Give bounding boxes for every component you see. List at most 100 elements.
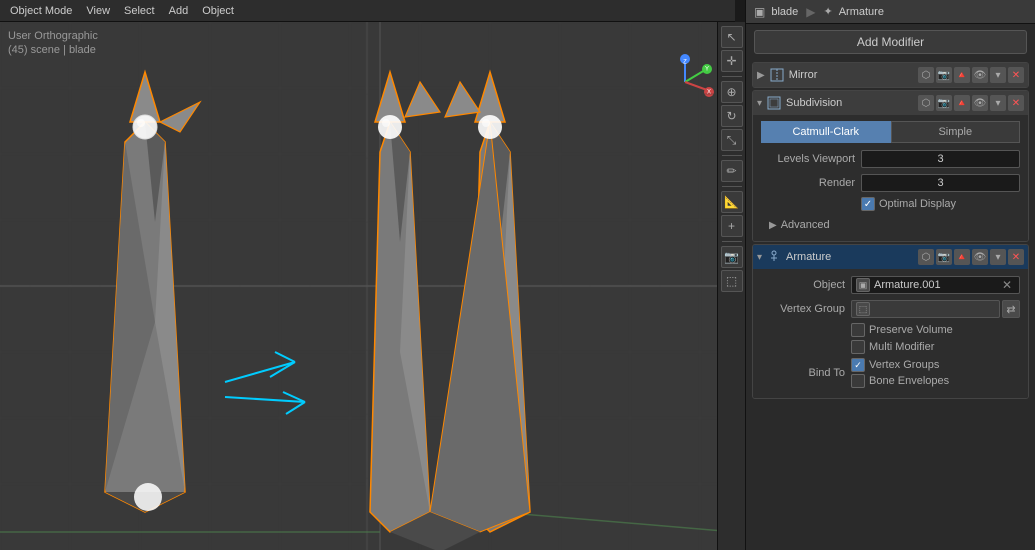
view-menu[interactable]: View [80, 5, 116, 17]
armature-object-field[interactable]: ▣ Armature.001 ✕ [851, 276, 1020, 294]
toolbar-btn-add[interactable]: + [721, 215, 743, 237]
subdivision-collapse-toggle[interactable]: ▾ [757, 98, 762, 109]
panel-icon-mesh: ▣ [754, 5, 765, 19]
sub-render-icon[interactable]: 🔺 [954, 95, 970, 111]
toolbar-btn-move[interactable]: ⊕ [721, 81, 743, 103]
toolbar-btn-annot[interactable]: ✏ [721, 160, 743, 182]
mode-selector[interactable]: Object Mode [4, 5, 78, 17]
armature-modifier-header: ▾ Armature ⬡ 📷 🔺 👁 ▾ ✕ [753, 245, 1028, 269]
subdivision-modifier-icons: ⬡ 📷 🔺 👁 ▾ ✕ [918, 95, 1024, 111]
object-menu[interactable]: Object [196, 5, 240, 17]
advanced-label: Advanced [781, 219, 830, 231]
arm-eye-icon[interactable]: 👁 [972, 249, 988, 265]
subdivision-modifier: ▾ Subdivision ⬡ 📷 🔺 👁 ▾ ✕ Catmull-Clark … [752, 90, 1029, 242]
armature-object-row: Object ▣ Armature.001 ✕ [761, 275, 1020, 295]
armature-modifier: ▾ Armature ⬡ 📷 🔺 👁 ▾ ✕ Object [752, 244, 1029, 399]
subdivision-icon [766, 95, 782, 111]
sub-dropdown[interactable]: ▾ [990, 95, 1006, 111]
mirror-render-icon[interactable]: 🔺 [954, 67, 970, 83]
levels-viewport-row: Levels Viewport 3 [761, 149, 1020, 169]
bind-to-row: Bind To ✓ Vertex Groups Bone Envelopes [761, 358, 1020, 388]
sub-eye-icon[interactable]: 👁 [972, 95, 988, 111]
optimal-display-row: ✓ Optimal Display [761, 197, 1020, 211]
mirror-filter-icon[interactable]: ⬡ [918, 67, 934, 83]
arm-filter-icon[interactable]: ⬡ [918, 249, 934, 265]
levels-viewport-label: Levels Viewport [761, 153, 861, 165]
armature-collapse-toggle[interactable]: ▾ [757, 252, 762, 263]
arm-cam-icon[interactable]: 📷 [936, 249, 952, 265]
mirror-collapse-toggle[interactable]: ▶ [757, 70, 765, 81]
add-modifier-button[interactable]: Add Modifier [754, 30, 1027, 54]
armature-icon [766, 249, 782, 265]
catmull-clark-tab[interactable]: Catmull-Clark [761, 121, 891, 143]
sub-close-button[interactable]: ✕ [1008, 95, 1024, 111]
viewport: User Orthographic (45) scene | blade Z Y… [0, 22, 735, 550]
scene-objects [0, 22, 735, 550]
arm-render-icon[interactable]: 🔺 [954, 249, 970, 265]
right-panel: ▣ blade ▶ ✦ Armature Add Modifier ▶ Mirr… [745, 0, 1035, 550]
multi-modifier-row: Multi Modifier [761, 340, 1020, 354]
mirror-modifier: ▶ Mirror ⬡ 📷 🔺 👁 ▾ ✕ [752, 62, 1029, 88]
armature-content: Object ▣ Armature.001 ✕ Vertex Group ⬚ ⇄ [753, 269, 1028, 398]
arm-dropdown[interactable]: ▾ [990, 249, 1006, 265]
vertex-group-icon: ⬚ [856, 302, 870, 316]
armature-modifier-name: Armature [786, 251, 914, 263]
mirror-eye-icon[interactable]: 👁 [972, 67, 988, 83]
toolbar-btn-2[interactable]: ✛ [721, 50, 743, 72]
armature-object-clear[interactable]: ✕ [999, 277, 1015, 293]
subdivision-content: Catmull-Clark Simple Levels Viewport 3 R… [753, 115, 1028, 241]
arm-close-button[interactable]: ✕ [1008, 249, 1024, 265]
advanced-toggle-icon: ▶ [769, 220, 777, 231]
advanced-section[interactable]: ▶ Advanced [761, 215, 1020, 235]
mirror-icon [769, 67, 785, 83]
add-menu[interactable]: Add [163, 5, 195, 17]
toolbar-sep-4 [722, 241, 742, 242]
toolbar-btn-1[interactable]: ↖ [721, 26, 743, 48]
render-row: Render 3 [761, 173, 1020, 193]
mirror-dropdown[interactable]: ▾ [990, 67, 1006, 83]
armature-object-value: Armature.001 [874, 279, 941, 291]
optimal-display-checkbox[interactable]: ✓ [861, 197, 875, 211]
vertex-group-swap[interactable]: ⇄ [1002, 300, 1020, 318]
toolbar-sep-3 [722, 186, 742, 187]
panel-title-blade: blade [771, 6, 798, 18]
mirror-close-button[interactable]: ✕ [1008, 67, 1024, 83]
multi-modifier-checkbox[interactable] [851, 340, 865, 354]
subdivision-modifier-name: Subdivision [786, 97, 914, 109]
toolbar-btn-lattice[interactable]: ⬚ [721, 270, 743, 292]
sub-filter-icon[interactable]: ⬡ [918, 95, 934, 111]
render-label: Render [761, 177, 861, 189]
algo-tabs: Catmull-Clark Simple [761, 121, 1020, 143]
preserve-volume-checkbox[interactable] [851, 323, 865, 337]
check-mark: ✓ [864, 199, 872, 210]
render-value[interactable]: 3 [861, 174, 1020, 192]
vertex-groups-label: Vertex Groups [869, 359, 939, 371]
toolbar-btn-measure[interactable]: 📐 [721, 191, 743, 213]
mirror-modifier-name: Mirror [789, 69, 914, 81]
add-modifier-label: Add Modifier [857, 35, 924, 49]
toolbar-btn-scale[interactable]: ⤡ [721, 129, 743, 151]
levels-viewport-value[interactable]: 3 [861, 150, 1020, 168]
bind-to-label: Bind To [761, 367, 851, 379]
mirror-cam-icon[interactable]: 📷 [936, 67, 952, 83]
armature-object-label: Object [761, 279, 851, 291]
subdivision-modifier-header: ▾ Subdivision ⬡ 📷 🔺 👁 ▾ ✕ [753, 91, 1028, 115]
select-menu[interactable]: Select [118, 5, 161, 17]
toolbar-sep-1 [722, 76, 742, 77]
bone-envelopes-checkbox[interactable] [851, 374, 865, 388]
vertex-groups-check: ✓ [854, 360, 862, 371]
armature-modifier-icons: ⬡ 📷 🔺 👁 ▾ ✕ [918, 249, 1024, 265]
vertex-groups-checkbox[interactable]: ✓ [851, 358, 865, 372]
simple-tab[interactable]: Simple [891, 121, 1021, 143]
mirror-modifier-header: ▶ Mirror ⬡ 📷 🔺 👁 ▾ ✕ [753, 63, 1028, 87]
toolbar-btn-camera[interactable]: 📷 [721, 246, 743, 268]
sub-cam-icon[interactable]: 📷 [936, 95, 952, 111]
mirror-modifier-icons: ⬡ 📷 🔺 👁 ▾ ✕ [918, 67, 1024, 83]
vertex-group-row: Vertex Group ⬚ ⇄ [761, 299, 1020, 319]
multi-modifier-label: Multi Modifier [869, 341, 934, 353]
topbar: Object Mode View Select Add Object [0, 0, 735, 22]
preserve-volume-row: Preserve Volume [761, 323, 1020, 337]
vertex-group-input[interactable]: ⬚ [851, 300, 1000, 318]
toolbar-sep-2 [722, 155, 742, 156]
toolbar-btn-rotate[interactable]: ↻ [721, 105, 743, 127]
